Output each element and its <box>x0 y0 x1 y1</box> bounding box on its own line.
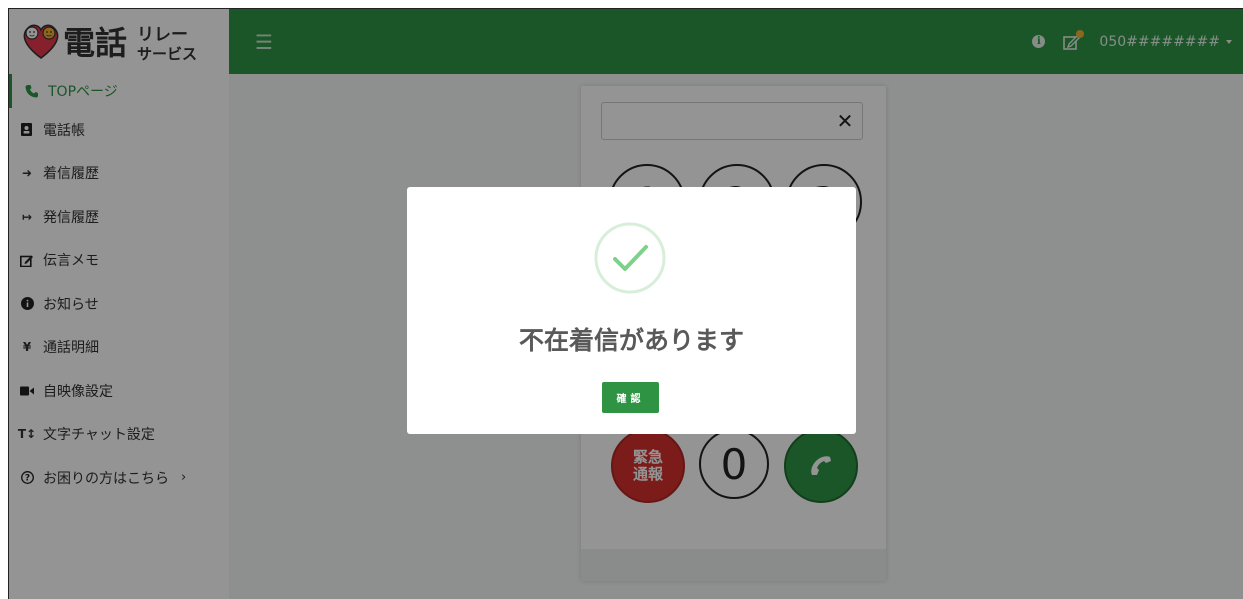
success-check-icon <box>594 222 666 294</box>
app-window: 電話 リレー サービス ☰ i 050######## TOPページ 電話帳 ➜… <box>8 8 1243 599</box>
dialog-title: 不在着信があります <box>518 326 744 355</box>
confirm-button[interactable]: 確認 <box>602 382 659 413</box>
missed-call-dialog: 不在着信があります 確認 <box>407 187 856 434</box>
